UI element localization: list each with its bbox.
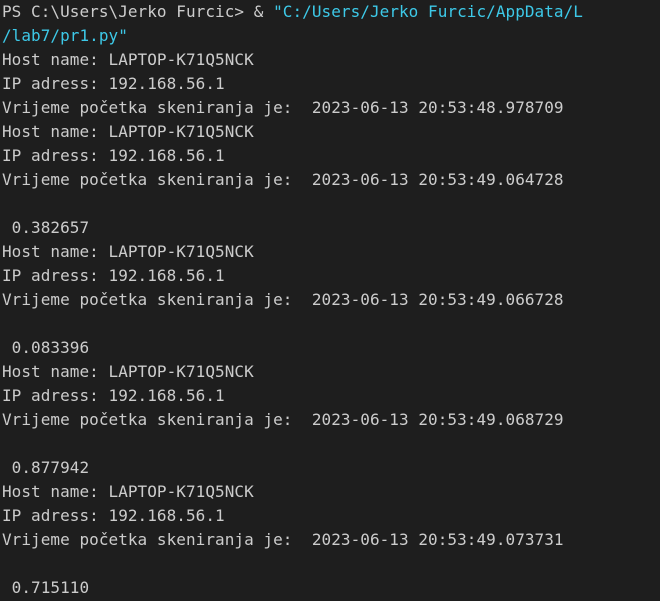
command-path-continuation: /lab7/pr1.py" (2, 26, 128, 45)
host-line: Host name: LAPTOP-K71Q5NCK (2, 122, 254, 141)
ip-line: IP adress: 192.168.56.1 (2, 146, 225, 165)
command-path: "C:/Users/Jerko Furcic/AppData/L (273, 2, 583, 21)
terminal-output[interactable]: PS C:\Users\Jerko Furcic> & "C:/Users/Je… (0, 0, 660, 601)
host-line: Host name: LAPTOP-K71Q5NCK (2, 482, 254, 501)
host-line: Host name: LAPTOP-K71Q5NCK (2, 362, 254, 381)
value-line: 0.382657 (2, 218, 90, 237)
ip-line: IP adress: 192.168.56.1 (2, 506, 225, 525)
scan-start-line: Vrijeme početka skeniranja je: 2023-06-1… (2, 170, 564, 189)
ip-line: IP adress: 192.168.56.1 (2, 266, 225, 285)
value-line: 0.715110 (2, 578, 90, 597)
host-line: Host name: LAPTOP-K71Q5NCK (2, 50, 254, 69)
ip-line: IP adress: 192.168.56.1 (2, 74, 225, 93)
ip-line: IP adress: 192.168.56.1 (2, 386, 225, 405)
scan-start-line: Vrijeme početka skeniranja je: 2023-06-1… (2, 290, 564, 309)
prompt-line: PS C:\Users\Jerko Furcic> & "C:/Users/Je… (0, 0, 660, 24)
prompt-continuation: /lab7/pr1.py" (0, 24, 660, 48)
host-line: Host name: LAPTOP-K71Q5NCK (2, 242, 254, 261)
value-line: 0.877942 (2, 458, 90, 477)
scan-start-line: Vrijeme početka skeniranja je: 2023-06-1… (2, 530, 564, 549)
value-line: 0.083396 (2, 338, 90, 357)
scan-start-line: Vrijeme početka skeniranja je: 2023-06-1… (2, 410, 564, 429)
prompt-text: PS C:\Users\Jerko Furcic> & (2, 2, 274, 21)
scan-start-line: Vrijeme početka skeniranja je: 2023-06-1… (2, 98, 564, 117)
